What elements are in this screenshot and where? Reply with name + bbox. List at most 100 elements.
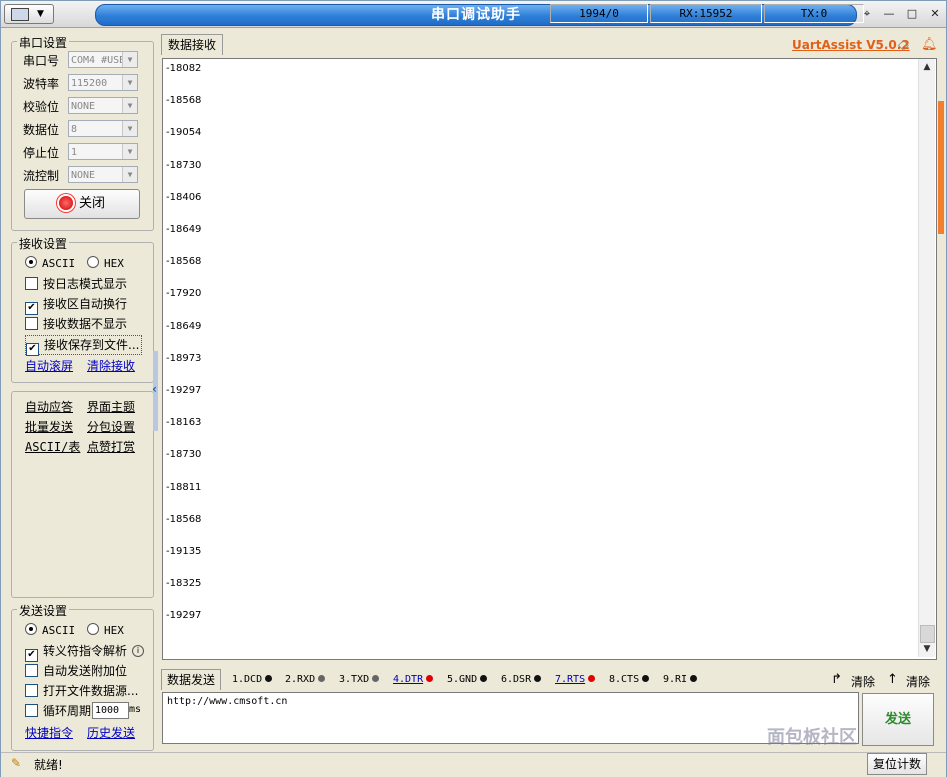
clear-receive-link[interactable]: 清除接收: [87, 358, 135, 374]
file-source-checkbox[interactable]: 打开文件数据源...: [25, 682, 138, 700]
radio-icon: [25, 256, 37, 268]
pin-txd: 3.TXD: [339, 671, 380, 689]
flow-label: 流控制: [23, 169, 60, 183]
reset-counter-button[interactable]: 复位计数: [867, 753, 927, 775]
ascii-table-link[interactable]: ASCII/表: [25, 439, 80, 455]
escape-parse-label: 转义符指令解析: [43, 644, 128, 658]
pin-indicator-icon: [534, 675, 542, 682]
pin-rts[interactable]: 7.RTS: [555, 671, 596, 689]
pin-gnd: 5.GND: [447, 671, 488, 689]
tab-receive[interactable]: 数据接收: [161, 34, 223, 55]
auto-scroll-link[interactable]: 自动滚屏: [25, 358, 73, 374]
side-accent-bar: [938, 101, 944, 234]
append-bits-checkbox[interactable]: 自动发送附加位: [25, 662, 127, 680]
close-port-button[interactable]: 关闭: [24, 189, 140, 219]
receive-line: -19135: [166, 546, 202, 557]
clear-all-button[interactable]: 清除: [906, 673, 930, 690]
packet-settings-link[interactable]: 分包设置: [87, 419, 135, 435]
flow-value: NONE: [71, 170, 96, 181]
brand-link[interactable]: UartAssist V5.0.2: [792, 38, 910, 52]
status-ready: 就绪!: [34, 758, 63, 772]
send-button[interactable]: 发送: [862, 693, 934, 746]
escape-parse-checkbox[interactable]: ✔ 转义符指令解析: [25, 642, 128, 662]
ready-icon: ✎: [11, 756, 22, 770]
minimize-button[interactable]: —: [881, 6, 897, 21]
append-bits-label: 自动发送附加位: [43, 664, 128, 678]
parity-value: NONE: [71, 101, 96, 112]
group-label: 接收设置: [17, 235, 70, 252]
chevron-down-icon[interactable]: ▼: [122, 121, 137, 136]
send-hex-radio[interactable]: HEX: [87, 622, 124, 640]
clear-send-button[interactable]: 清除: [851, 673, 875, 690]
pin-indicator-icon: [588, 675, 596, 682]
auto-wrap-label: 接收区自动换行: [43, 297, 128, 311]
system-menu-button[interactable]: ▼: [4, 4, 54, 24]
baud-value: 115200: [71, 78, 108, 89]
pin-label: 6.DSR: [501, 674, 532, 685]
batch-send-link[interactable]: 批量发送: [25, 419, 73, 435]
check-icon: ✔: [26, 343, 39, 356]
databits-label: 数据位: [23, 123, 60, 137]
hide-data-label: 接收数据不显示: [43, 317, 128, 331]
pin-label: 7.RTS: [555, 674, 586, 685]
stopbits-label: 停止位: [23, 146, 60, 160]
send-ascii-radio[interactable]: ASCII: [25, 622, 75, 640]
tab-send[interactable]: 数据发送: [161, 669, 221, 690]
recv-ascii-label: ASCII: [42, 257, 76, 270]
hide-data-checkbox[interactable]: 接收数据不显示: [25, 315, 127, 333]
receive-textarea[interactable]: -18082 -18568 -19054 -18730 -18406 -18649 -185…: [162, 58, 937, 660]
port-select[interactable]: COM4 #USB ▼: [68, 51, 138, 68]
scroll-up-icon[interactable]: ▲: [919, 59, 935, 75]
period-input[interactable]: 1000: [92, 702, 129, 719]
diamond-icon[interactable]: ◇: [898, 37, 909, 53]
pin-label: 5.GND: [447, 674, 478, 685]
pin-label: 3.TXD: [339, 674, 370, 685]
recv-ascii-radio[interactable]: ASCII: [25, 255, 75, 273]
scroll-down-icon[interactable]: ▼: [919, 641, 935, 657]
chevron-down-icon[interactable]: ▼: [122, 75, 137, 90]
maximize-button[interactable]: □: [904, 6, 920, 21]
clear-left-icon[interactable]: ↱: [831, 672, 842, 687]
databits-value: 8: [71, 124, 78, 135]
bell-icon[interactable]: 🔔︎: [921, 37, 938, 52]
pin-indicator-icon: [690, 675, 698, 682]
receive-line: -17920: [166, 288, 202, 300]
pin-indicator-icon: [426, 675, 434, 682]
parity-label: 校验位: [23, 100, 60, 114]
send-history-link[interactable]: 历史发送: [87, 725, 135, 741]
theme-link[interactable]: 界面主题: [87, 399, 135, 415]
pin-cts: 8.CTS: [609, 671, 650, 689]
pin-label: 2.RXD: [285, 674, 316, 685]
donate-link[interactable]: 点赞打赏: [87, 439, 135, 455]
send-textarea[interactable]: http://www.cmsoft.cn: [162, 692, 859, 744]
pin-dcd: 1.DCD: [232, 671, 273, 689]
pin-dsr: 6.DSR: [501, 671, 542, 689]
chevron-down-icon[interactable]: ▼: [122, 98, 137, 113]
auto-reply-link[interactable]: 自动应答: [25, 399, 73, 415]
info-icon[interactable]: i: [132, 645, 144, 657]
shortcut-commands-link[interactable]: 快捷指令: [25, 725, 73, 741]
group-label: 发送设置: [17, 602, 70, 619]
pin-dtr[interactable]: 4.DTR: [393, 671, 434, 689]
log-mode-checkbox[interactable]: 按日志模式显示: [25, 275, 127, 293]
parity-select[interactable]: NONE ▼: [68, 97, 138, 114]
chevron-down-icon[interactable]: ▼: [122, 167, 137, 182]
receive-scrollbar[interactable]: ▲ ▼: [918, 59, 935, 657]
recv-hex-radio[interactable]: HEX: [87, 255, 124, 273]
auto-wrap-checkbox[interactable]: ✔ 接收区自动换行: [25, 295, 128, 315]
clear-up-icon[interactable]: ↑: [887, 672, 898, 687]
checkbox-icon: [25, 684, 38, 697]
baud-select[interactable]: 115200 ▼: [68, 74, 138, 91]
loop-period-checkbox[interactable]: 循环周期: [25, 702, 91, 720]
chevron-down-icon[interactable]: ▼: [122, 144, 137, 159]
chevron-down-icon[interactable]: ▼: [122, 52, 137, 67]
databits-select[interactable]: 8 ▼: [68, 120, 138, 137]
watermark: 面包板社区: [767, 727, 857, 748]
flow-select[interactable]: NONE ▼: [68, 166, 138, 183]
pin-label: 4.DTR: [393, 674, 424, 685]
stopbits-select[interactable]: 1 ▼: [68, 143, 138, 160]
close-button[interactable]: ✕: [927, 6, 943, 21]
collapse-left-icon[interactable]: ‹: [152, 382, 157, 396]
save-to-file-checkbox[interactable]: ✔ 接收保存到文件...: [25, 335, 143, 356]
receive-line: -18568: [166, 513, 202, 525]
